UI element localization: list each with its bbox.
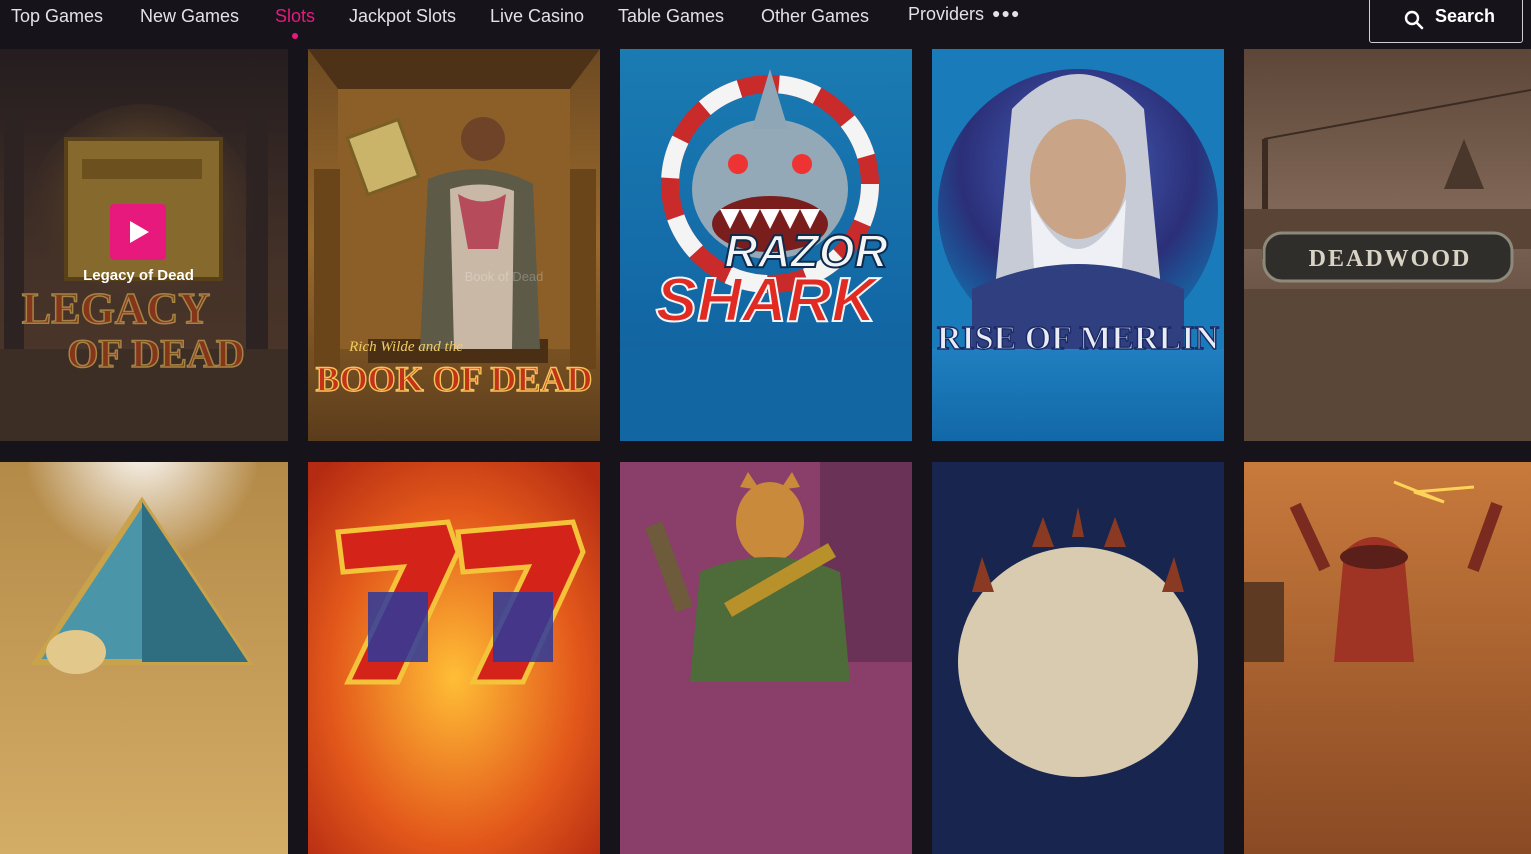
play-icon <box>130 221 149 243</box>
pyramid-slot-artwork <box>0 462 288 854</box>
active-indicator-dot <box>292 33 299 39</box>
search-label: Search <box>1435 6 1496 26</box>
moon-creature-slot-artwork <box>932 462 1224 854</box>
game-tile-deadwood[interactable]: DEADWOOD <box>1244 49 1531 441</box>
game-name: Legacy of Dead <box>83 267 194 284</box>
play-button[interactable] <box>110 204 166 260</box>
game-tile-legacy-of-dead[interactable]: LEGACY OF DEAD Legacy of Dead <box>0 49 288 441</box>
commando-slot-artwork <box>620 462 912 854</box>
rise-of-merlin-artwork: RISE OF MERLIN <box>932 49 1224 441</box>
nav-live-casino[interactable]: Live Casino <box>490 4 584 28</box>
razor-shark-artwork: RAZOR SHARK <box>620 49 912 441</box>
art-title: DEADWOOD <box>1309 246 1472 272</box>
game-tile-rise-of-merlin[interactable]: RISE OF MERLIN <box>932 49 1224 441</box>
game-tile-moon-creature[interactable] <box>932 462 1224 854</box>
deadwood-artwork: DEADWOOD <box>1244 49 1531 441</box>
nav-top-games[interactable]: Top Games <box>11 4 103 28</box>
art-subtitle: Rich Wilde and the <box>348 339 463 355</box>
book-of-dead-artwork: Rich Wilde and the BOOK OF DEAD <box>308 49 600 441</box>
game-tile-wild-west[interactable] <box>1244 462 1531 854</box>
nav-slots[interactable]: Slots <box>275 4 316 39</box>
search-icon <box>1404 10 1424 30</box>
art-title: BOOK OF DEAD <box>316 359 593 399</box>
sevens-slot-artwork <box>308 462 600 854</box>
nav-jackpot-slots[interactable]: Jackpot Slots <box>349 4 456 28</box>
nav-providers-label: Providers <box>908 4 985 24</box>
game-tile-pyramid[interactable] <box>0 462 288 854</box>
nav-other-games[interactable]: Other Games <box>761 4 869 28</box>
search-button[interactable]: Search <box>1369 0 1523 43</box>
game-tile-razor-shark[interactable]: RAZOR SHARK <box>620 49 912 441</box>
game-tile-commando[interactable] <box>620 462 912 854</box>
game-tile-sevens[interactable] <box>308 462 600 854</box>
top-nav-bar: Top Games New Games Slots Jackpot Slots … <box>0 0 1531 48</box>
nav-table-games[interactable]: Table Games <box>618 4 724 28</box>
game-tile-book-of-dead[interactable]: Rich Wilde and the BOOK OF DEAD Book of … <box>308 49 600 441</box>
game-name-watermark: Book of Dead <box>464 269 544 284</box>
nav-providers[interactable]: Providers ●●● <box>908 1 1020 25</box>
art-title-line-2: SHARK <box>656 266 881 335</box>
nav-new-games[interactable]: New Games <box>140 4 239 28</box>
wild-west-slot-artwork <box>1244 462 1531 854</box>
ellipsis-icon[interactable]: ●●● <box>992 1 1020 25</box>
nav-slots-label: Slots <box>275 6 316 26</box>
art-title: RISE OF MERLIN <box>937 320 1220 357</box>
